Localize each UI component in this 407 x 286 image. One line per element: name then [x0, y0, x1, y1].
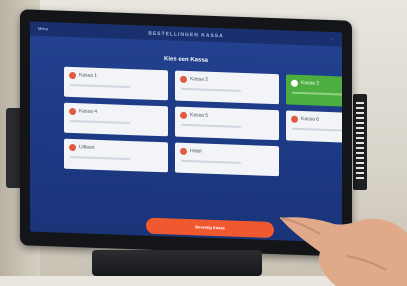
- tile-label: Kassa 6: [301, 116, 320, 123]
- mount-bracket-right: [353, 94, 367, 190]
- tile-subtext: [181, 159, 241, 164]
- tile-label: Kassa 1: [79, 72, 98, 79]
- tile-kassa-6[interactable]: Kassa 6: [286, 110, 342, 143]
- status-dot-icon: [291, 115, 298, 123]
- tile-kassa-3[interactable]: Kassa 3 ✓: [286, 74, 342, 107]
- tile-subtext: [70, 155, 130, 161]
- menu-button[interactable]: ···: [330, 36, 334, 41]
- tile-uitleen[interactable]: Uitleen: [64, 138, 168, 173]
- tile-kassa-2[interactable]: Kassa 2: [175, 70, 279, 105]
- status-dot-icon: [180, 75, 187, 84]
- app-title: BESTELLINGEN KASSA: [148, 30, 224, 40]
- status-dot-icon: [180, 111, 187, 120]
- tile-subtext: [70, 83, 130, 89]
- status-dot-icon: [180, 147, 187, 156]
- tile-subtext: [181, 123, 241, 128]
- tile-label: Kassa 2: [190, 76, 209, 83]
- monitor-stand: [92, 250, 262, 276]
- tile-label: Uitleen: [79, 144, 95, 151]
- tile-kassa-4[interactable]: Kassa 4: [64, 102, 168, 137]
- tile-subtext: [292, 91, 342, 96]
- pointing-hand: [279, 217, 407, 286]
- tile-subtext: [181, 87, 241, 92]
- status-dot-icon: [69, 143, 76, 152]
- tile-subtext: [70, 119, 130, 125]
- tile-label: Kassa 3: [301, 80, 320, 87]
- tile-label: Hotel: [190, 148, 202, 155]
- page-title: Kies een Kassa: [163, 56, 209, 64]
- tile-subtext: [292, 127, 342, 132]
- tile-kassa-1[interactable]: Kassa 1: [64, 66, 168, 101]
- confirm-button[interactable]: Bevestig Kassa: [146, 217, 274, 239]
- tile-kassa-5[interactable]: Kassa 5: [175, 106, 279, 141]
- tile-label: Kassa 4: [79, 108, 98, 115]
- status-dot-icon: [69, 71, 76, 80]
- status-dot-icon: [291, 79, 298, 87]
- status-dot-icon: [69, 107, 76, 116]
- top-bar: Menu BESTELLINGEN KASSA ···: [30, 21, 342, 47]
- tile-hotel[interactable]: Hotel: [175, 142, 279, 177]
- tile-label: Kassa 5: [190, 112, 209, 119]
